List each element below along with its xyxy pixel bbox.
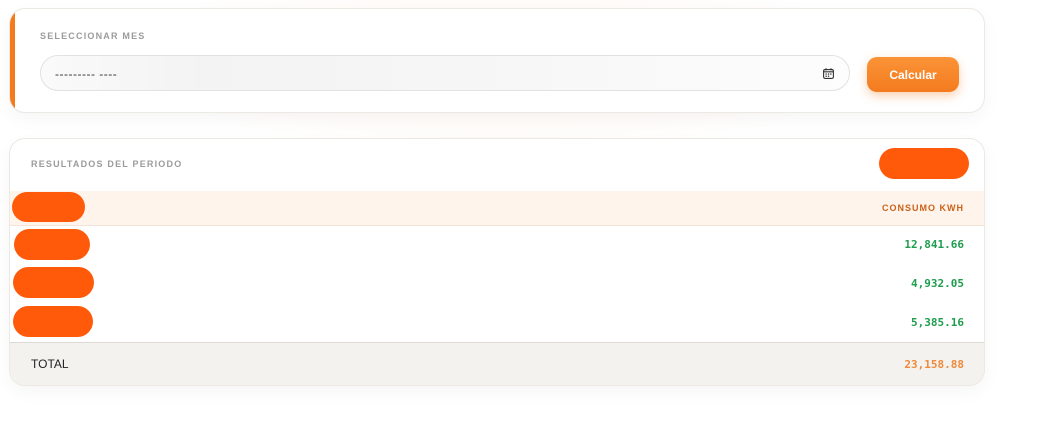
row-consumption-value: 5,385.16: [911, 316, 964, 329]
redacted-row-label: [13, 306, 93, 337]
results-card: RESULTADOS DEL PERIODO CONSUMO KWH 12,84…: [9, 138, 985, 386]
redacted-column-header: [12, 192, 85, 222]
redacted-period-badge: [879, 148, 969, 179]
month-selector-label: SELECCIONAR MES: [40, 31, 146, 41]
redacted-row-label: [14, 229, 90, 260]
consumption-column-header: CONSUMO KWH: [882, 203, 964, 213]
row-consumption-value: 12,841.66: [904, 238, 964, 251]
calculate-button[interactable]: Calcular: [867, 57, 959, 92]
results-header: RESULTADOS DEL PERIODO: [10, 139, 984, 192]
table-row: 5,385.16: [10, 304, 984, 344]
results-title: RESULTADOS DEL PERIODO: [31, 159, 183, 169]
card-accent-bar: [10, 9, 15, 112]
table-header-row: CONSUMO KWH: [10, 191, 984, 226]
redacted-row-label: [13, 267, 94, 298]
total-label: TOTAL: [31, 357, 69, 371]
month-selector-card: SELECCIONAR MES --------- ---- Calcular: [9, 8, 985, 113]
total-value: 23,158.88: [904, 358, 964, 371]
total-row: TOTAL 23,158.88: [10, 342, 984, 385]
row-consumption-value: 4,932.05: [911, 277, 964, 290]
table-row: 12,841.66: [10, 226, 984, 266]
month-input[interactable]: --------- ----: [40, 55, 850, 91]
month-input-value: --------- ----: [55, 67, 118, 81]
table-row: 4,932.05: [10, 265, 984, 305]
calendar-icon[interactable]: [823, 68, 834, 79]
